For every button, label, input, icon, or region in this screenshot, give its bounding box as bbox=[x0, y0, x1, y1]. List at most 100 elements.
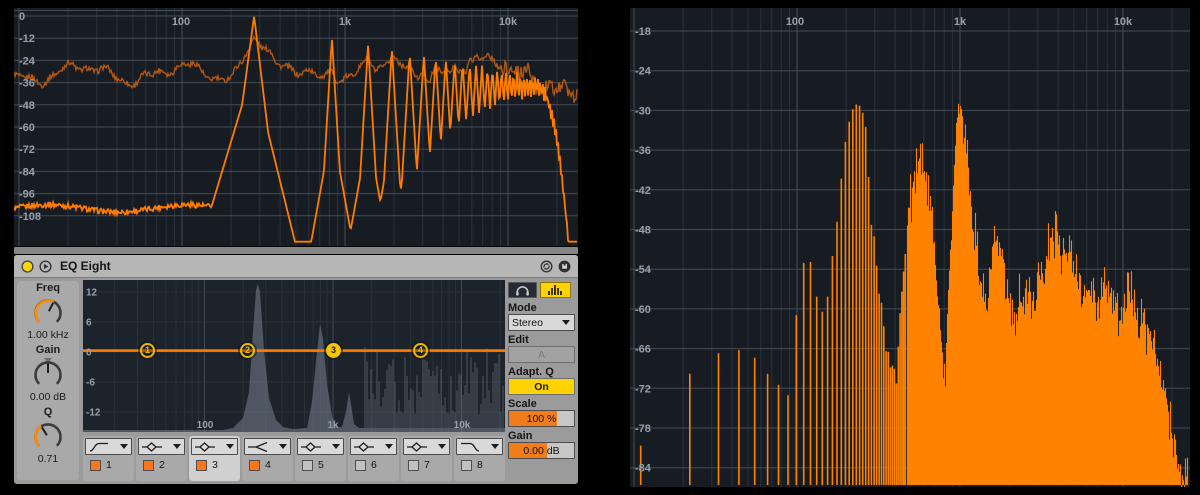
band-5-filter-type-dropdown[interactable] bbox=[297, 438, 344, 455]
mode-selector[interactable]: Stereo bbox=[508, 314, 575, 331]
gain-knob[interactable] bbox=[28, 357, 68, 391]
band-6-activator[interactable] bbox=[355, 459, 366, 471]
svg-text:-84: -84 bbox=[635, 463, 652, 475]
mode-value: Stereo bbox=[512, 316, 543, 329]
output-spectrum-canvas: 0 -12 -24 -36 -48 -60 -72 -84 -96 -108 100 1k 10k bbox=[14, 8, 578, 246]
chevron-down-icon bbox=[491, 444, 499, 449]
eq-eight-device: EQ Eight Freq 1.00 kHz Gain 0.00 dB Q 0.… bbox=[14, 255, 578, 484]
svg-text:1k: 1k bbox=[954, 16, 967, 28]
preview-play-icon[interactable] bbox=[39, 259, 52, 273]
eq-band-handle-4[interactable]: 4 bbox=[413, 343, 428, 358]
svg-text:-60: -60 bbox=[635, 304, 651, 316]
svg-text:100: 100 bbox=[197, 420, 214, 431]
device-title-bar: EQ Eight bbox=[14, 255, 578, 278]
band-3: 3 bbox=[189, 436, 240, 481]
gain-knob-value[interactable]: 0.00 dB bbox=[30, 391, 66, 403]
freq-knob[interactable] bbox=[28, 295, 68, 329]
svg-text:-6: -6 bbox=[86, 378, 95, 389]
svg-text:100: 100 bbox=[786, 16, 804, 28]
chevron-down-icon bbox=[562, 320, 570, 325]
band-2-filter-type-dropdown[interactable] bbox=[138, 438, 185, 455]
bell-filter-icon bbox=[407, 441, 427, 452]
eq-band-handle-3[interactable]: 3 bbox=[326, 343, 341, 358]
svg-text:-72: -72 bbox=[19, 144, 35, 156]
q-knob-value[interactable]: 0.71 bbox=[38, 453, 58, 465]
band-4-filter-type-dropdown[interactable] bbox=[244, 438, 291, 455]
svg-text:-96: -96 bbox=[19, 189, 35, 201]
output-gain-field[interactable]: 0.00 dB bbox=[508, 442, 575, 459]
device-right-controls: Mode Stereo Edit A Adapt. Q On Scale 100… bbox=[508, 280, 575, 480]
edit-label: Edit bbox=[508, 334, 529, 346]
chevron-down-icon bbox=[385, 444, 393, 449]
band-2: 2 bbox=[136, 436, 187, 481]
device-title: EQ Eight bbox=[60, 259, 111, 273]
svg-text:-108: -108 bbox=[19, 211, 41, 223]
svg-text:-12: -12 bbox=[19, 33, 35, 45]
audition-button[interactable] bbox=[508, 282, 537, 298]
band-3-activator[interactable] bbox=[196, 459, 207, 471]
band-5: 5 bbox=[295, 436, 346, 481]
svg-text:-48: -48 bbox=[635, 225, 651, 237]
svg-text:1k: 1k bbox=[339, 16, 352, 28]
spectrum-analyzer-canvas: -18 -24 -30 -36 -42 -48 -54 -60 -66 -72 -78 -84 100 1… bbox=[630, 8, 1190, 487]
band-4-activator[interactable] bbox=[249, 459, 260, 471]
band-7-number: 7 bbox=[424, 459, 430, 471]
svg-text:-36: -36 bbox=[635, 145, 651, 157]
svg-text:-18: -18 bbox=[635, 26, 651, 38]
display-toggle-row bbox=[508, 282, 575, 298]
output-gain-label: Gain bbox=[508, 430, 533, 442]
device-activator-led[interactable] bbox=[21, 259, 34, 273]
band-3-filter-type-dropdown[interactable] bbox=[191, 438, 238, 455]
svg-text:-84: -84 bbox=[19, 166, 36, 178]
bell-filter-icon bbox=[301, 441, 321, 452]
save-preset-icon[interactable] bbox=[558, 260, 571, 273]
q-knob[interactable] bbox=[28, 419, 68, 453]
bell-filter-icon bbox=[195, 441, 215, 452]
chevron-down-icon bbox=[120, 444, 128, 449]
svg-text:10k: 10k bbox=[1114, 16, 1133, 28]
edit-ab-button[interactable]: A bbox=[508, 346, 575, 363]
eq-curve-display[interactable]: 12 6 0 -6 -12 100 1k 10k 1234 bbox=[83, 280, 505, 432]
band-1-activator[interactable] bbox=[90, 459, 101, 471]
bell-filter-icon bbox=[354, 441, 374, 452]
band-5-number: 5 bbox=[318, 459, 324, 471]
adapt-q-label: Adapt. Q bbox=[508, 366, 554, 378]
spectrum-toggle-button[interactable] bbox=[540, 282, 571, 298]
band-2-number: 2 bbox=[159, 459, 165, 471]
band-6-number: 6 bbox=[371, 459, 377, 471]
band-8: 8 bbox=[454, 436, 505, 481]
band-5-activator[interactable] bbox=[302, 459, 313, 471]
filter-band-row: 1 2 3 4 5 6 7 8 bbox=[83, 436, 505, 481]
highpass-filter-icon bbox=[89, 442, 108, 452]
band-1-filter-type-dropdown[interactable] bbox=[85, 438, 132, 455]
eq-band-handle-2[interactable]: 2 bbox=[240, 343, 255, 358]
q-knob-label: Q bbox=[43, 406, 53, 418]
scale-label: Scale bbox=[508, 398, 537, 410]
freq-knob-value[interactable]: 1.00 kHz bbox=[27, 329, 68, 341]
spectrum-analyzer-panel: -18 -24 -30 -36 -42 -48 -54 -60 -66 -72 -78 -84 100 1… bbox=[630, 8, 1190, 487]
gain-knob-label: Gain bbox=[35, 344, 61, 356]
headphones-icon bbox=[516, 285, 529, 296]
adapt-q-toggle[interactable]: On bbox=[508, 378, 575, 395]
band-8-activator[interactable] bbox=[461, 459, 472, 471]
band-6-filter-type-dropdown[interactable] bbox=[350, 438, 397, 455]
svg-text:-72: -72 bbox=[635, 383, 651, 395]
svg-text:-60: -60 bbox=[19, 122, 35, 134]
band-2-activator[interactable] bbox=[143, 459, 154, 471]
scale-field[interactable]: 100 % bbox=[508, 410, 575, 427]
svg-text:-24: -24 bbox=[19, 55, 36, 67]
eq-band-handle-1[interactable]: 1 bbox=[140, 343, 155, 358]
band-1: 1 bbox=[83, 436, 134, 481]
device-body: Freq 1.00 kHz Gain 0.00 dB Q 0.71 12 6 0 -6… bbox=[14, 278, 578, 484]
band-7-activator[interactable] bbox=[408, 459, 419, 471]
band-7-filter-type-dropdown[interactable] bbox=[403, 438, 450, 455]
svg-text:-66: -66 bbox=[635, 344, 651, 356]
svg-text:-24: -24 bbox=[635, 66, 652, 78]
band-parameter-column: Freq 1.00 kHz Gain 0.00 dB Q 0.71 bbox=[17, 281, 79, 480]
svg-text:100: 100 bbox=[172, 16, 190, 28]
band-7: 7 bbox=[401, 436, 452, 481]
hot-swap-icon[interactable] bbox=[540, 260, 553, 273]
scale-value: 100 % bbox=[526, 412, 557, 425]
band-1-number: 1 bbox=[106, 459, 112, 471]
band-8-filter-type-dropdown[interactable] bbox=[456, 438, 503, 455]
